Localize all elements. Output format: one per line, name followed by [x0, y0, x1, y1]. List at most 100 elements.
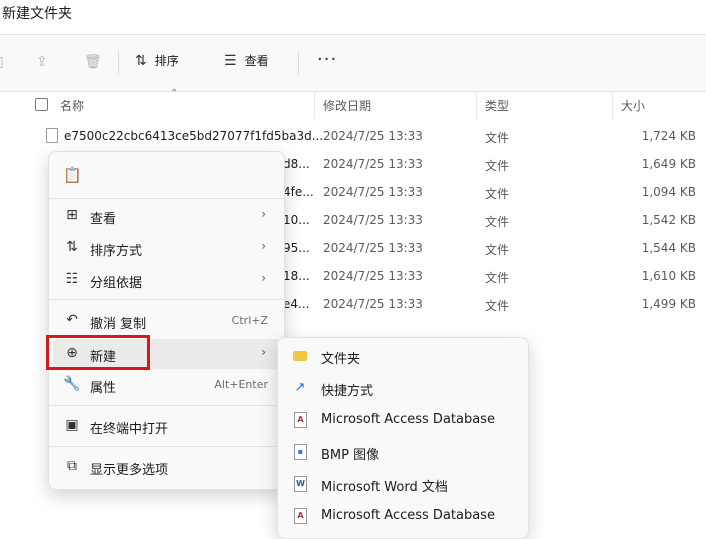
file-size: 1,610 KB — [641, 269, 696, 283]
folder-icon — [293, 351, 307, 361]
file-date: 2024/7/25 13:33 — [323, 157, 423, 171]
file-icon — [46, 128, 58, 143]
file-date: 2024/7/25 13:33 — [323, 269, 423, 283]
grid-icon: ⊞ — [66, 207, 78, 223]
file-name: e7500c22cbc6413ce5bd27077f1fd5ba3d... — [64, 129, 324, 143]
word-icon: W — [294, 476, 307, 492]
submenu-item-word-document[interactable]: W Microsoft Word 文档 — [282, 468, 524, 500]
submenu-item-access-database[interactable]: A Microsoft Access Database — [282, 404, 524, 436]
menu-shortcut: Alt+Enter — [214, 378, 268, 391]
sort-icon: ⇅ — [66, 239, 78, 255]
submenu-item-label: Microsoft Access Database — [321, 412, 495, 427]
access-icon: A — [294, 412, 307, 428]
submenu-item-label: 快捷方式 — [321, 384, 374, 399]
delete-icon[interactable]: 🗑 — [84, 54, 102, 70]
menu-item-label: 属性 — [90, 381, 117, 396]
menu-item-label: 查看 — [90, 212, 117, 227]
file-type: 文件 — [485, 159, 510, 173]
chevron-right-icon: › — [261, 345, 266, 359]
menu-divider — [49, 405, 284, 406]
file-date: 2024/7/25 13:33 — [323, 213, 423, 227]
sort-ascending-icon: ⌃ — [170, 88, 179, 99]
context-menu: 📋 ⊞ 查看 › ⇅ 排序方式 › ☷ 分组依据 › ↶ 撤消 复制 Ctrl+… — [48, 151, 285, 490]
file-date: 2024/7/25 13:33 — [323, 297, 423, 311]
table-row[interactable]: e7500c22cbc6413ce5bd27077f1fd5ba3d... 20… — [0, 122, 706, 150]
file-size: 1,094 KB — [641, 185, 696, 199]
file-type: 文件 — [485, 299, 510, 313]
view-label: 查看 — [244, 54, 269, 68]
toolbar: ▯ ⇪ 🗑 ⇅ 排序 ☰ 查看 ··· — [0, 34, 706, 92]
file-type: 文件 — [485, 131, 510, 145]
file-size: 1,542 KB — [641, 213, 696, 227]
file-size: 1,544 KB — [641, 241, 696, 255]
highlight-annotation — [46, 335, 150, 370]
shortcut-icon: ↗ — [294, 380, 306, 395]
file-name: d8... — [283, 157, 310, 171]
new-submenu: 文件夹 ↗ 快捷方式 A Microsoft Access Database ▪… — [277, 337, 529, 539]
view-button[interactable]: ☰ 查看 — [224, 52, 269, 69]
file-date: 2024/7/25 13:33 — [323, 129, 423, 143]
submenu-item-shortcut[interactable]: ↗ 快捷方式 — [282, 372, 524, 404]
menu-divider — [49, 446, 284, 447]
column-divider[interactable] — [314, 91, 315, 119]
file-name: 95... — [283, 241, 310, 255]
more-options-button[interactable]: ··· — [317, 49, 337, 70]
column-type[interactable]: 类型 — [485, 97, 509, 114]
column-divider[interactable] — [476, 91, 477, 119]
menu-item-properties[interactable]: 🔧 属性 Alt+Enter — [53, 370, 280, 400]
file-type: 文件 — [485, 271, 510, 285]
file-type: 文件 — [485, 243, 510, 257]
chevron-right-icon: › — [261, 207, 266, 221]
toolbar-divider — [118, 51, 119, 75]
submenu-item-folder[interactable]: 文件夹 — [282, 340, 524, 372]
terminal-icon: ▣ — [65, 417, 79, 433]
list-icon: ☷ — [65, 271, 79, 287]
column-modified[interactable]: 修改日期 — [323, 97, 371, 114]
menu-item-label: 在终端中打开 — [90, 422, 169, 437]
menu-divider — [49, 299, 284, 300]
file-name: 18... — [283, 269, 310, 283]
toolbar-divider — [298, 51, 299, 75]
file-size: 1,499 KB — [641, 297, 696, 311]
sort-button[interactable]: ⇅ 排序 — [135, 52, 179, 69]
column-header: ⌃ 名称 修改日期 类型 大小 — [0, 88, 706, 119]
paste-icon[interactable]: 📋 — [63, 166, 82, 184]
rename-icon[interactable]: ▯ — [0, 54, 4, 70]
menu-item-label: 分组依据 — [90, 276, 143, 291]
submenu-item-label: Microsoft Word 文档 — [321, 480, 448, 495]
menu-item-show-more-options[interactable]: ⧉ 显示更多选项 — [53, 452, 280, 482]
file-size: 1,649 KB — [641, 157, 696, 171]
menu-item-label: 撤消 复制 — [90, 317, 147, 332]
submenu-item-label: BMP 图像 — [321, 448, 380, 463]
open-external-icon: ⧉ — [67, 458, 77, 474]
submenu-item-bmp-image[interactable]: ▪ BMP 图像 — [282, 436, 524, 468]
share-icon[interactable]: ⇪ — [36, 54, 48, 70]
chevron-right-icon: › — [261, 271, 266, 285]
menu-item-sort-by[interactable]: ⇅ 排序方式 › — [53, 233, 280, 263]
chevron-right-icon: › — [261, 239, 266, 253]
select-all-checkbox[interactable] — [35, 98, 48, 111]
menu-item-group-by[interactable]: ☷ 分组依据 › — [53, 265, 280, 295]
window-title: 新建文件夹 — [2, 6, 72, 22]
menu-item-undo-copy[interactable]: ↶ 撤消 复制 Ctrl+Z — [53, 306, 280, 336]
bmp-icon: ▪ — [294, 444, 307, 460]
file-size: 1,724 KB — [641, 129, 696, 143]
wrench-icon: 🔧 — [63, 376, 81, 392]
submenu-item-access-database[interactable]: A Microsoft Access Database — [282, 500, 524, 532]
title-bar: 新建文件夹 — [0, 0, 706, 34]
column-size[interactable]: 大小 — [621, 97, 645, 114]
view-icon: ☰ — [224, 52, 237, 69]
menu-item-open-terminal[interactable]: ▣ 在终端中打开 — [53, 411, 280, 441]
menu-shortcut: Ctrl+Z — [231, 314, 268, 327]
undo-icon: ↶ — [66, 312, 78, 328]
menu-divider — [49, 198, 284, 199]
column-divider[interactable] — [612, 91, 613, 119]
file-name: 10... — [283, 213, 310, 227]
menu-item-view[interactable]: ⊞ 查看 › — [53, 201, 280, 231]
file-type: 文件 — [485, 215, 510, 229]
file-date: 2024/7/25 13:33 — [323, 185, 423, 199]
column-name[interactable]: 名称 — [60, 97, 84, 114]
submenu-item-label: Microsoft Access Database — [321, 508, 495, 523]
sort-icon: ⇅ — [135, 52, 147, 69]
access-icon: A — [294, 508, 307, 524]
